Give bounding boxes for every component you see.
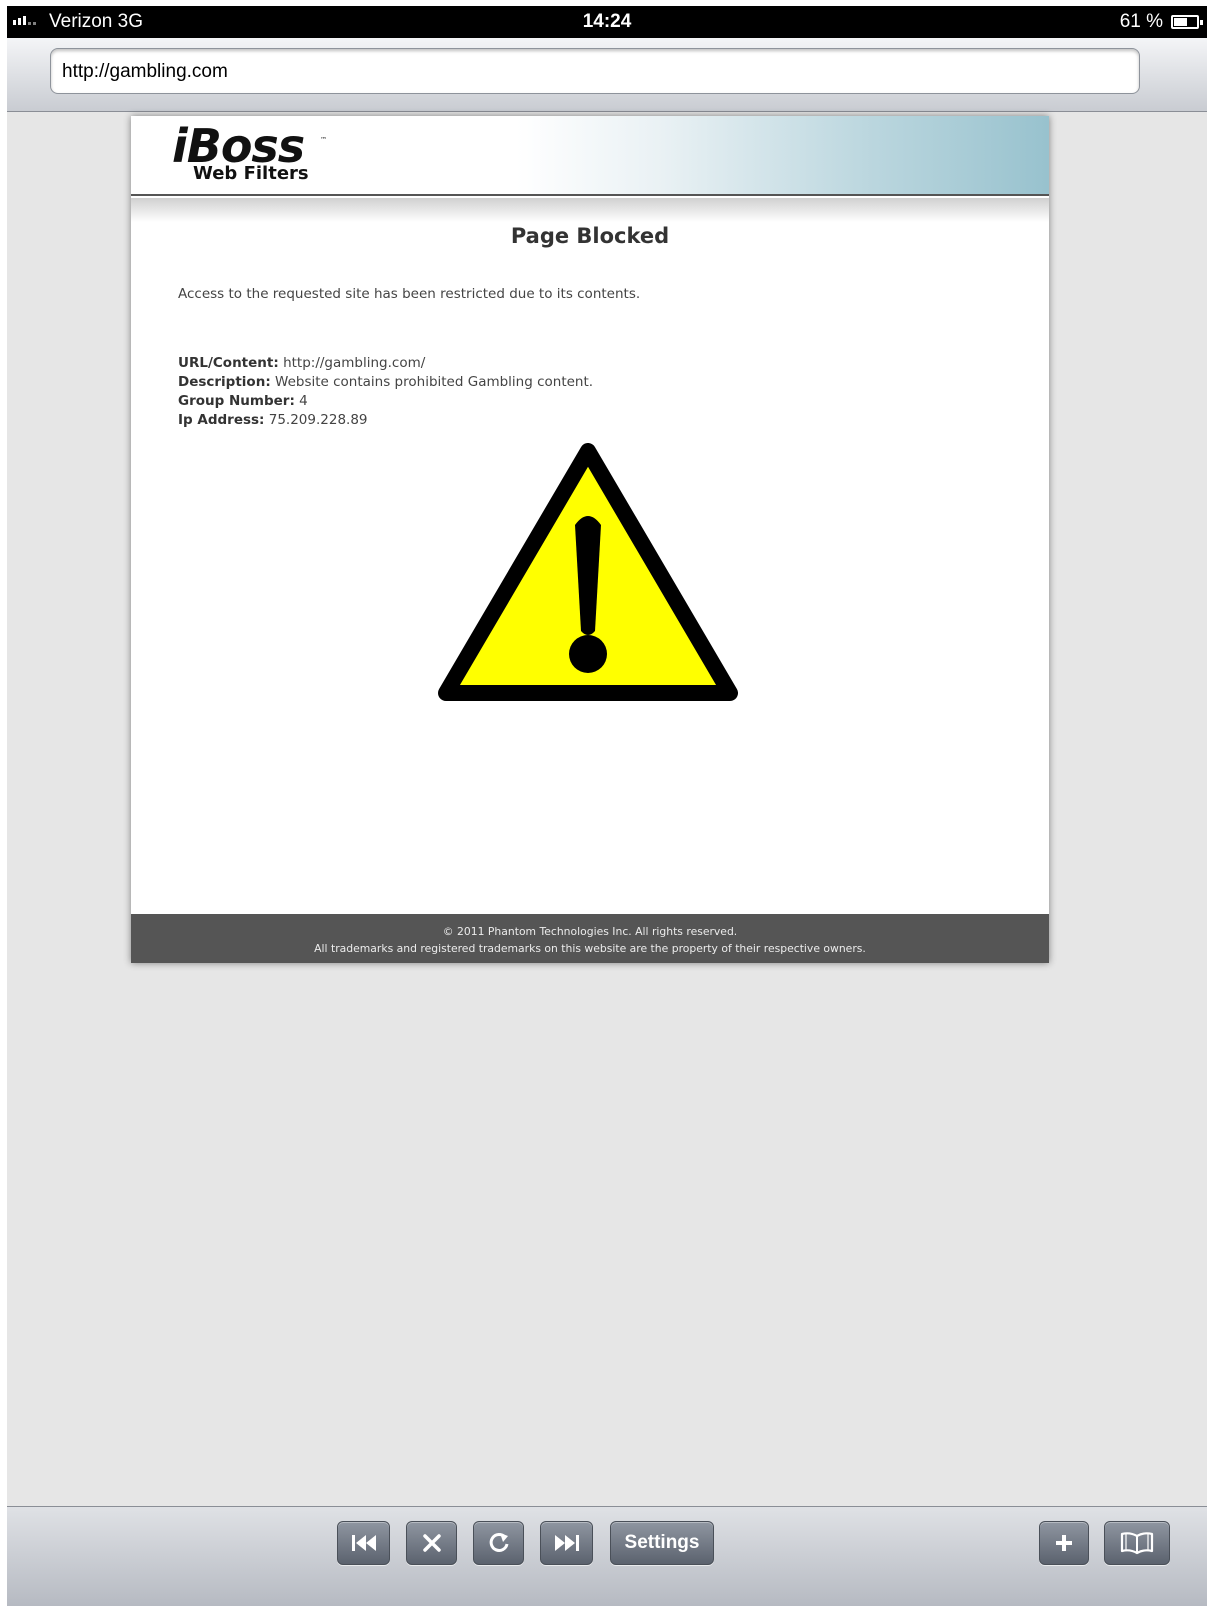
detail-ip-address: Ip Address: 75.209.228.89 bbox=[178, 412, 368, 428]
skip-back-icon bbox=[351, 1535, 376, 1551]
detail-group-number: Group Number: 4 bbox=[178, 393, 308, 409]
reload-icon bbox=[489, 1532, 508, 1552]
block-details: URL/Content: http://gambling.com/ Descri… bbox=[178, 354, 593, 430]
warning-triangle-icon bbox=[438, 443, 738, 701]
bookmarks-button[interactable] bbox=[1104, 1521, 1170, 1565]
page-title: Page Blocked bbox=[510, 224, 670, 248]
iboss-logo: iBoss Web Filters ™ bbox=[172, 122, 327, 184]
battery-icon bbox=[1171, 15, 1203, 29]
settings-button[interactable]: Settings bbox=[610, 1521, 714, 1565]
plus-icon bbox=[1056, 1535, 1072, 1551]
close-icon bbox=[422, 1534, 441, 1552]
battery-percentage: 61 % bbox=[1119, 11, 1163, 32]
logo-trademark: ™ bbox=[320, 136, 327, 144]
battery-fill bbox=[1174, 18, 1188, 26]
clock: 14:24 bbox=[582, 11, 632, 32]
book-icon bbox=[1120, 1532, 1154, 1555]
detail-description: Description: Website contains prohibited… bbox=[178, 374, 594, 390]
banner-shadow bbox=[131, 198, 1049, 222]
add-bookmark-button[interactable] bbox=[1039, 1521, 1089, 1565]
stop-button[interactable] bbox=[406, 1521, 457, 1565]
reload-button[interactable] bbox=[473, 1521, 524, 1565]
ipad-screen: Verizon 3G 14:24 61 % http://gambling.co… bbox=[7, 6, 1207, 1606]
footer-copyright: © 2011 Phantom Technologies Inc. All rig… bbox=[442, 925, 738, 938]
page-footer: © 2011 Phantom Technologies Inc. All rig… bbox=[131, 914, 1049, 963]
back-button[interactable] bbox=[337, 1521, 390, 1565]
logo-subtitle: Web Filters bbox=[193, 163, 309, 184]
forward-button[interactable] bbox=[540, 1521, 593, 1565]
status-bar: Verizon 3G 14:24 61 % bbox=[7, 6, 1207, 38]
bottom-toolbar: Settings bbox=[7, 1506, 1207, 1606]
detail-url: URL/Content: http://gambling.com/ bbox=[178, 355, 426, 371]
footer-trademarks: All trademarks and registered trademarks… bbox=[314, 942, 866, 955]
skip-forward-icon bbox=[554, 1535, 579, 1551]
header-banner: iBoss Web Filters ™ bbox=[131, 116, 1049, 196]
block-message: Access to the requested site has been re… bbox=[178, 286, 641, 302]
url-input[interactable]: http://gambling.com bbox=[50, 48, 1140, 94]
block-page: iBoss Web Filters ™ Page Blocked Access … bbox=[131, 116, 1049, 963]
address-bar: http://gambling.com bbox=[7, 38, 1207, 112]
